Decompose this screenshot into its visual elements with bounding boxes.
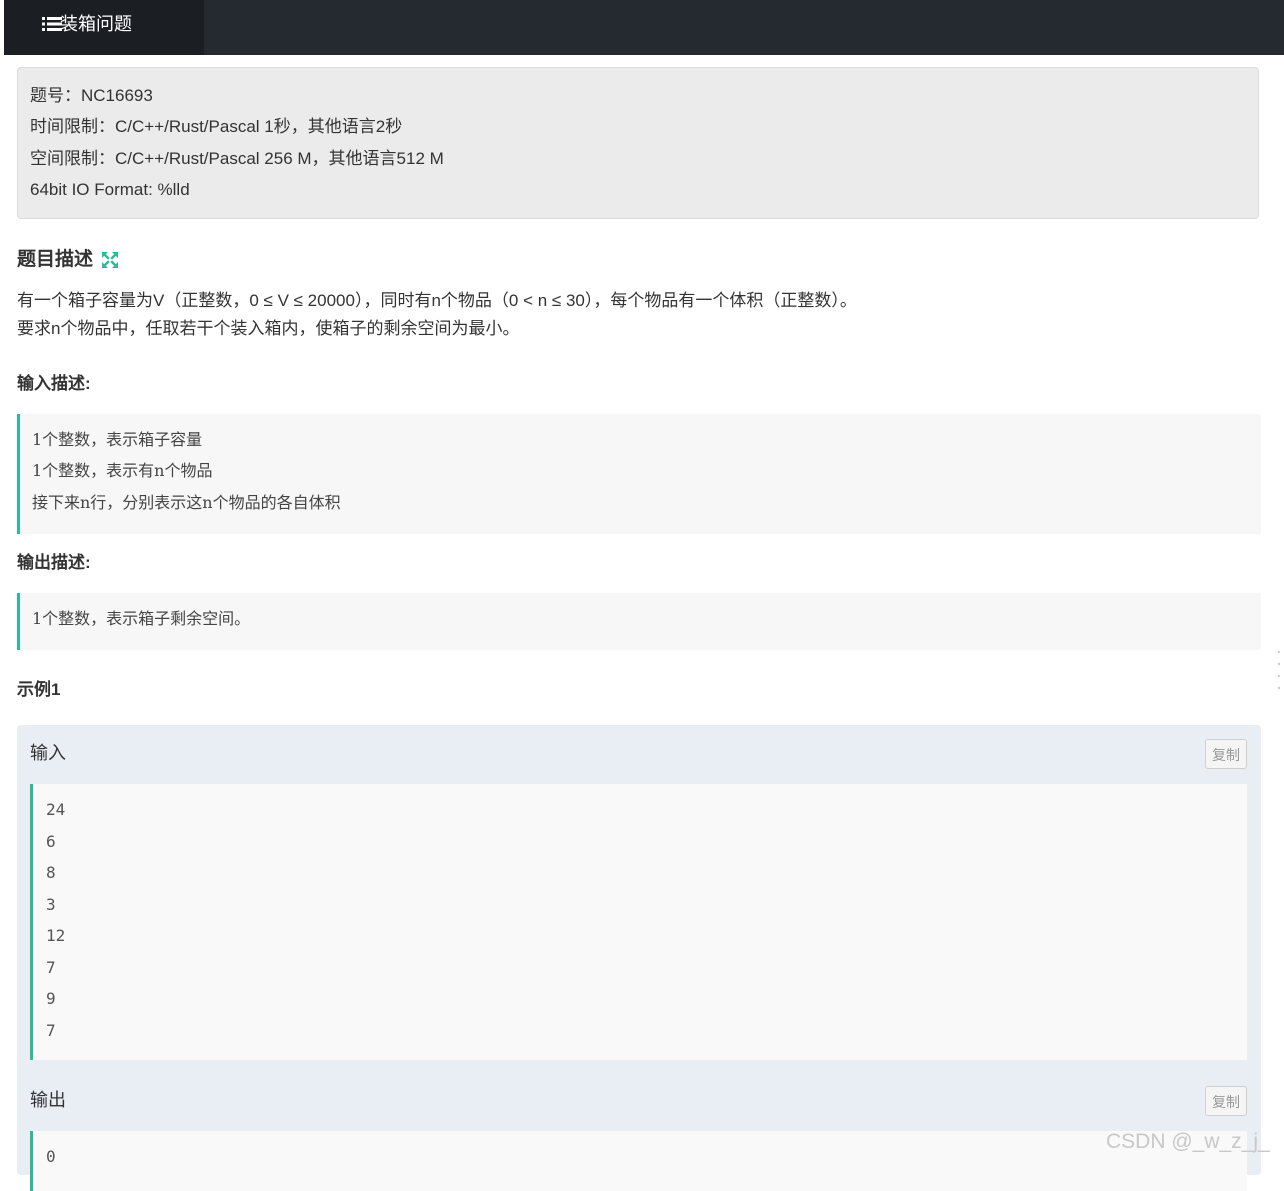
output-desc-block: 1个整数，表示箱子剩余空间。 (17, 593, 1261, 650)
code-line: 7 (46, 958, 56, 977)
output-desc-line: 1个整数，表示箱子剩余空间。 (32, 609, 251, 628)
example-output-code: 0 (30, 1131, 1247, 1191)
output-desc-heading: 输出描述: (17, 553, 91, 572)
input-desc-line: 接下来n行，分别表示这n个物品的各自体积 (32, 493, 341, 512)
code-line: 9 (46, 989, 56, 1008)
code-line: 6 (46, 832, 56, 851)
example-panel: 输入 复制 24 6 8 3 12 7 9 7 输出 复制 0 (17, 725, 1261, 1191)
copy-input-button[interactable]: 复制 (1205, 739, 1247, 769)
description-heading: 题目描述 (17, 249, 94, 270)
description-text: 要求n个物品中，任取若干个装入箱内，使箱子的剩余空间为最小。 (17, 319, 520, 338)
code-line: 12 (46, 926, 66, 945)
code-line: 3 (46, 895, 56, 914)
input-desc-block: 1个整数，表示箱子容量 1个整数，表示有n个物品 接下来n行，分别表示这n个物品… (17, 414, 1261, 534)
watermark: CSDN @_w_z_j_ (1106, 1130, 1270, 1153)
tab-problem[interactable]: 装箱问题 (4, 0, 204, 55)
expand-icon[interactable] (101, 251, 119, 269)
input-desc-heading: 输入描述: (17, 374, 91, 393)
input-desc-line: 1个整数，表示有n个物品 (32, 461, 213, 480)
memory-limit: 空间限制：C/C++/Rust/Pascal 256 M，其他语言512 M (30, 149, 444, 168)
top-bar: 装箱问题 (4, 0, 1284, 55)
input-desc-line: 1个整数，表示箱子容量 (32, 430, 203, 449)
problem-id: 题号：NC16693 (30, 86, 153, 105)
code-line: 7 (46, 1021, 56, 1040)
copy-output-button[interactable]: 复制 (1205, 1086, 1247, 1116)
example-output-label: 输出 (30, 1090, 66, 1110)
problem-title: 装箱问题 (60, 14, 132, 34)
description-text: 有一个箱子容量为V（正整数，0 ≤ V ≤ 20000），同时有n个物品（0 <… (17, 291, 857, 310)
io-format: 64bit IO Format: %lld (30, 180, 190, 199)
problem-info-box: 题号：NC16693 时间限制：C/C++/Rust/Pascal 1秒，其他语… (17, 67, 1259, 219)
resize-handle[interactable] (1277, 648, 1281, 692)
code-line: 24 (46, 800, 66, 819)
time-limit: 时间限制：C/C++/Rust/Pascal 1秒，其他语言2秒 (30, 117, 403, 136)
example-input-code: 24 6 8 3 12 7 9 7 (30, 784, 1247, 1060)
example-input-label: 输入 (30, 743, 66, 763)
example-heading: 示例1 (17, 680, 61, 699)
code-line: 8 (46, 863, 56, 882)
code-line: 0 (46, 1147, 56, 1166)
list-icon (42, 17, 62, 31)
